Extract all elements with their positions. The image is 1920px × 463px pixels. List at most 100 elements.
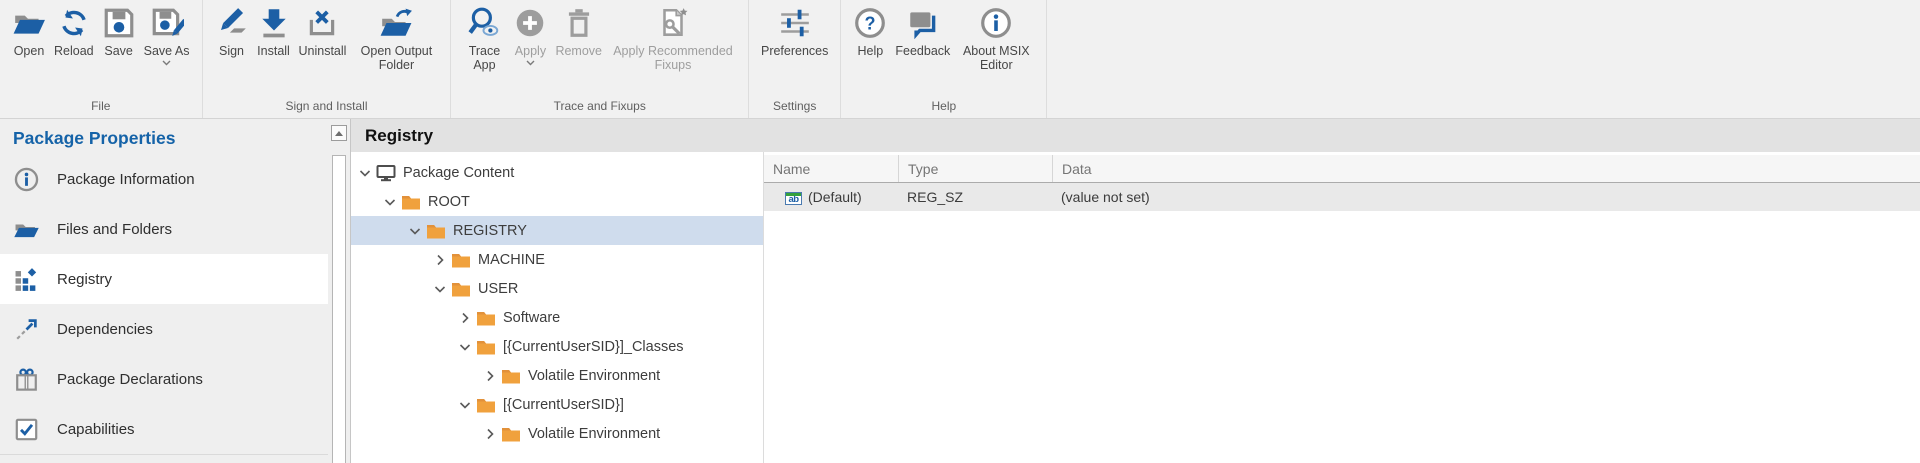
chevron-right-icon[interactable]	[457, 310, 473, 326]
value-name-cell: ab(Default)	[764, 189, 898, 205]
tree-node-label: REGISTRY	[453, 223, 527, 239]
about-msix-editor-button[interactable]: About MSIX Editor	[958, 5, 1034, 73]
content-area: Package Properties Package InformationFi…	[0, 119, 1920, 463]
tree-node-label: [{CurrentUserSID}]_Classes	[503, 339, 684, 355]
folder-icon	[501, 425, 521, 443]
chevron-down-icon[interactable]	[407, 223, 423, 239]
msix-editor-window: Open Reload Save Save As File Sign Install Unin…	[0, 0, 1920, 463]
apply-recommended-fixups-label: Apply Recommended Fixups	[610, 44, 736, 73]
sidebar-title: Package Properties	[0, 119, 328, 154]
feedback-label: Feedback	[895, 44, 950, 58]
tree-node-user[interactable]: USER	[351, 274, 763, 303]
tree-node-label: Package Content	[403, 165, 514, 181]
reload-label: Reload	[54, 44, 94, 58]
tree-node-label: USER	[478, 281, 518, 297]
tree-node-currentusersid[interactable]: [{CurrentUserSID}]	[351, 390, 763, 419]
trace-app-button[interactable]: Trace App	[463, 5, 505, 73]
tree-node-registry[interactable]: REGISTRY	[351, 216, 763, 245]
reload-button[interactable]: Reload	[54, 5, 94, 58]
chevron-down-icon[interactable]	[357, 165, 373, 181]
tree-node-label: Software	[503, 310, 560, 326]
ribbon-group-label-sign-and-install: Sign and Install	[207, 96, 447, 117]
chevron-down-icon[interactable]	[162, 60, 171, 66]
save-icon	[102, 6, 136, 40]
sign-icon	[215, 6, 249, 40]
tree-node-package-content[interactable]: Package Content	[351, 158, 763, 187]
column-header-name[interactable]: Name	[764, 155, 898, 182]
registry-icon	[13, 266, 40, 293]
chevron-down-icon[interactable]	[382, 194, 398, 210]
chevron-down-icon[interactable]	[457, 339, 473, 355]
install-button[interactable]: Install	[257, 5, 291, 58]
help-button[interactable]: ? Help	[853, 5, 887, 58]
ribbon-group-trace-and-fixups: Trace AppApplyRemove Apply Recommended Fi…	[451, 0, 749, 118]
save-as-button[interactable]: Save As	[144, 5, 190, 66]
sidebar-item-capabilities[interactable]: Capabilities	[0, 404, 328, 454]
tree-node-volatile-environment[interactable]: Volatile Environment	[351, 361, 763, 390]
about-msix-editor-label: About MSIX Editor	[958, 44, 1034, 73]
help-icon: ?	[853, 6, 887, 40]
save-label: Save	[104, 44, 133, 58]
values-table-body: ab(Default)REG_SZ(value not set)	[764, 183, 1920, 211]
scrollbar-up-button[interactable]	[331, 125, 347, 141]
apply-icon	[513, 6, 547, 40]
help-label: Help	[858, 44, 884, 58]
computer-icon	[376, 164, 396, 182]
column-header-data[interactable]: Data	[1052, 155, 1920, 182]
preferences-icon	[778, 6, 812, 40]
registry-editor: Package Content ROOT REGISTRY MACHINE USER So…	[351, 152, 1920, 463]
sidebar-item-files-and-folders[interactable]: Files and Folders	[0, 204, 328, 254]
trace-app-icon	[467, 6, 501, 40]
open-button[interactable]: Open	[12, 5, 46, 58]
sidebar-item-package-declarations[interactable]: Package Declarations	[0, 354, 328, 404]
apply-button[interactable]: Apply	[513, 5, 547, 66]
capabilities-icon	[13, 416, 40, 443]
open-output-folder-button[interactable]: Open Output Folder	[354, 5, 438, 73]
remove-button[interactable]: Remove	[555, 5, 602, 58]
ribbon-group-settings: PreferencesSettings	[749, 0, 841, 118]
chevron-right-icon[interactable]	[432, 252, 448, 268]
remove-icon	[562, 6, 596, 40]
install-label: Install	[257, 44, 290, 58]
tree-node-machine[interactable]: MACHINE	[351, 245, 763, 274]
sidebar-item-dependencies[interactable]: Dependencies	[0, 304, 328, 354]
chevron-down-icon[interactable]	[457, 397, 473, 413]
sidebar-items: Package InformationFiles and Folders Regi…	[0, 154, 328, 455]
reload-icon	[57, 6, 91, 40]
ribbon-group-label-file: File	[4, 96, 198, 117]
vertical-scrollbar[interactable]	[328, 119, 351, 463]
package-declarations-icon	[13, 366, 40, 393]
chevron-right-icon[interactable]	[482, 368, 498, 384]
sign-button[interactable]: Sign	[215, 5, 249, 58]
ribbon-toolbar: Open Reload Save Save As File Sign Install Unin…	[0, 0, 1920, 119]
sidebar-item-label: Registry	[57, 271, 112, 288]
tree-node-label: Volatile Environment	[528, 426, 660, 442]
apply-recommended-fixups-button[interactable]: Apply Recommended Fixups	[610, 5, 736, 73]
string-value-icon: ab	[785, 189, 808, 205]
open-icon	[12, 6, 46, 40]
column-header-type[interactable]: Type	[898, 155, 1052, 182]
chevron-down-icon[interactable]	[526, 60, 535, 66]
save-button[interactable]: Save	[102, 5, 136, 58]
sign-label: Sign	[219, 44, 244, 58]
uninstall-button[interactable]: Uninstall	[299, 5, 347, 58]
chevron-down-icon[interactable]	[432, 281, 448, 297]
preferences-button[interactable]: Preferences	[761, 5, 828, 58]
ribbon-group-file: Open Reload Save Save As File	[0, 0, 203, 118]
page-title: Registry	[351, 119, 1920, 152]
feedback-button[interactable]: Feedback	[895, 5, 950, 58]
chevron-right-icon[interactable]	[482, 426, 498, 442]
tree-node-software[interactable]: Software	[351, 303, 763, 332]
scrollbar-thumb[interactable]	[332, 155, 346, 463]
folder-icon	[401, 193, 421, 211]
sidebar-item-package-information[interactable]: Package Information	[0, 154, 328, 204]
tree-node-label: Volatile Environment	[528, 368, 660, 384]
tree-node-currentusersid-classes[interactable]: [{CurrentUserSID}]_Classes	[351, 332, 763, 361]
sidebar-item-label: Dependencies	[57, 321, 153, 338]
up-arrow-icon	[335, 131, 343, 136]
ribbon-group-label-help: Help	[845, 96, 1042, 117]
table-row[interactable]: ab(Default)REG_SZ(value not set)	[764, 183, 1920, 211]
sidebar-item-registry[interactable]: Registry	[0, 254, 328, 304]
tree-node-volatile-environment[interactable]: Volatile Environment	[351, 419, 763, 448]
tree-node-root[interactable]: ROOT	[351, 187, 763, 216]
